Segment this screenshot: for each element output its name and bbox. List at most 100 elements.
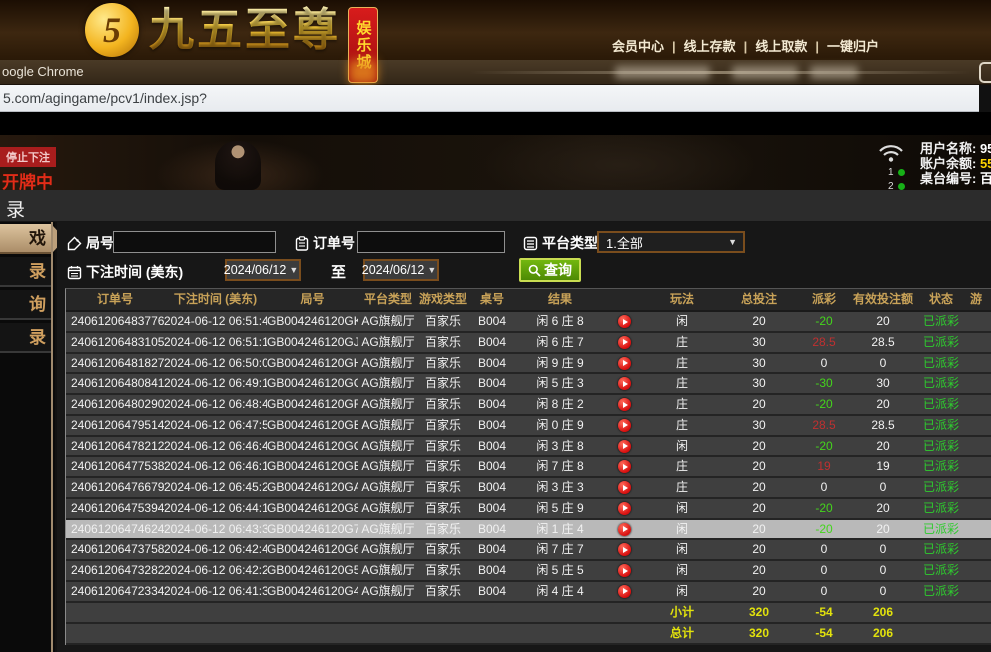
chevron-down-icon: ▼	[289, 265, 304, 275]
table-row[interactable]: 2406120647233402024-06-12 06:41:31GB0042…	[66, 582, 991, 603]
search-icon	[528, 264, 541, 277]
play-video-button[interactable]	[618, 460, 631, 473]
wifi-icon	[878, 143, 904, 163]
cell-total_bet: 20	[720, 478, 798, 497]
cell-extra	[966, 499, 991, 518]
cell-extra	[966, 457, 991, 476]
table-row[interactable]: 2406120648182752024-06-12 06:50:05GB0042…	[66, 354, 991, 375]
play-video-button[interactable]	[618, 440, 631, 453]
cell-time: 2024-06-12 06:43:36	[164, 520, 267, 539]
sidebar-item-0[interactable]: 戏	[0, 224, 53, 254]
nav-link[interactable]: 线上取款	[755, 39, 807, 54]
cell-play	[604, 582, 644, 601]
nav-separator: |	[672, 39, 676, 54]
table-row[interactable]: 2406120647375842024-06-12 06:42:49GB0042…	[66, 540, 991, 561]
black-strip	[0, 112, 991, 135]
nav-link[interactable]: 线上存款	[684, 39, 736, 54]
cell-game: 百家乐	[418, 416, 468, 435]
cell-time: 2024-06-12 06:51:49	[164, 312, 267, 331]
round-number-input[interactable]	[113, 231, 276, 253]
date-from-select[interactable]: 2024/06/12▼	[225, 259, 301, 281]
cell-table_no: B004	[468, 374, 516, 393]
play-video-button[interactable]	[618, 398, 631, 411]
table-row[interactable]: 2406120648377622024-06-12 06:51:49GB0042…	[66, 312, 991, 333]
cell-time: 2024-06-12 06:48:40	[164, 395, 267, 414]
play-video-button[interactable]	[618, 585, 631, 598]
cell-order: 240612064723340	[66, 582, 164, 601]
cell-status: 已派彩	[916, 354, 966, 373]
cell-play	[604, 354, 644, 373]
window-title: oogle Chrome	[2, 64, 84, 79]
cell-order: 240612064837762	[66, 312, 164, 331]
play-video-button[interactable]	[618, 543, 631, 556]
cell-play	[604, 499, 644, 518]
nav-link[interactable]: 会员中心	[612, 39, 664, 54]
video-banner: 停止下注 开牌中 用户名称: 951账户余额: 55.桌台编号: 百家 1 2	[0, 135, 991, 190]
cell-play	[604, 374, 644, 393]
cell-play	[604, 333, 644, 352]
play-video-button[interactable]	[618, 357, 631, 370]
sum-round	[267, 603, 358, 622]
table-row[interactable]: 2406120648310502024-06-12 06:51:15GB0042…	[66, 333, 991, 354]
play-video-button[interactable]	[618, 502, 631, 515]
search-button[interactable]: 查询	[519, 258, 581, 282]
table-header-row: 订单号下注时间 (美东)局号平台类型游戏类型桌号结果玩法总投注派彩有效投注额状态…	[66, 289, 991, 312]
play-video-button[interactable]	[618, 419, 631, 432]
cell-game: 百家乐	[418, 478, 468, 497]
platform-type-select[interactable]: 1.全部 ▼	[597, 231, 745, 253]
col-header-table_no: 桌号	[468, 289, 516, 310]
sum-bet_type: 总计	[644, 624, 720, 643]
cell-game: 百家乐	[418, 354, 468, 373]
table-row[interactable]: 2406120647667952024-06-12 06:45:25GB0042…	[66, 478, 991, 499]
order-number-input[interactable]	[357, 231, 505, 253]
cell-play	[604, 478, 644, 497]
col-header-payout: 派彩	[798, 289, 850, 310]
cell-bet_type: 庄	[644, 395, 720, 414]
sum-result	[516, 624, 604, 643]
table-row[interactable]: 2406120647462432024-06-12 06:43:36GB0042…	[66, 520, 991, 541]
date-to-select[interactable]: 2024/06/12▼	[363, 259, 439, 281]
play-video-button[interactable]	[618, 377, 631, 390]
table-row[interactable]: 2406120647821202024-06-12 06:46:47GB0042…	[66, 437, 991, 458]
col-header-bet_type: 玩法	[644, 289, 720, 310]
play-video-button[interactable]	[618, 481, 631, 494]
play-video-button[interactable]	[618, 315, 631, 328]
sidebar-item-1[interactable]: 录	[0, 257, 53, 287]
cell-table_no: B004	[468, 478, 516, 497]
seal-blur	[349, 60, 377, 84]
sidebar-item-2[interactable]: 询	[0, 290, 53, 320]
stop-betting-badge: 停止下注	[0, 147, 56, 167]
top-nav: 会员中心|线上存款|线上取款|一键归户	[612, 36, 879, 55]
table-row[interactable]: 2406120648029032024-06-12 06:48:40GB0042…	[66, 395, 991, 416]
cell-game: 百家乐	[418, 437, 468, 456]
table-row[interactable]: 2406120647328272024-06-12 06:42:23GB0042…	[66, 561, 991, 582]
table-row[interactable]: 2406120647951462024-06-12 06:47:58GB0042…	[66, 416, 991, 437]
cell-total_bet: 30	[720, 333, 798, 352]
cell-table_no: B004	[468, 354, 516, 373]
sum-order	[66, 603, 164, 622]
cell-game: 百家乐	[418, 582, 468, 601]
url-bar[interactable]: 5.com/agingame/pcv1/index.jsp?	[0, 85, 979, 112]
sidebar-menu: 戏录询录	[0, 224, 53, 356]
table-row[interactable]: 2406120648084182024-06-12 06:49:12GB0042…	[66, 374, 991, 395]
cell-valid_bet: 0	[850, 354, 916, 373]
play-video-button[interactable]	[618, 336, 631, 349]
sidebar-item-3[interactable]: 录	[0, 323, 53, 353]
cell-table_no: B004	[468, 333, 516, 352]
cell-result: 闲 5 庄 5	[516, 561, 604, 580]
nav-link[interactable]: 一键归户	[827, 39, 879, 54]
window-control[interactable]	[979, 62, 991, 83]
cell-platform: AG旗舰厅	[358, 374, 418, 393]
cell-platform: AG旗舰厅	[358, 540, 418, 559]
cell-order: 240612064737584	[66, 540, 164, 559]
cell-valid_bet: 0	[850, 582, 916, 601]
col-header-game: 游戏类型	[418, 289, 468, 310]
cell-payout: -20	[798, 312, 850, 331]
play-video-button[interactable]	[618, 564, 631, 577]
cell-status: 已派彩	[916, 540, 966, 559]
account-info-line: 用户名称: 951	[920, 141, 991, 156]
table-row[interactable]: 2406120647753882024-06-12 06:46:11GB0042…	[66, 457, 991, 478]
cell-order: 240612064746243	[66, 520, 164, 539]
table-row[interactable]: 2406120647539402024-06-12 06:44:18GB0042…	[66, 499, 991, 520]
play-video-button[interactable]	[618, 523, 631, 536]
